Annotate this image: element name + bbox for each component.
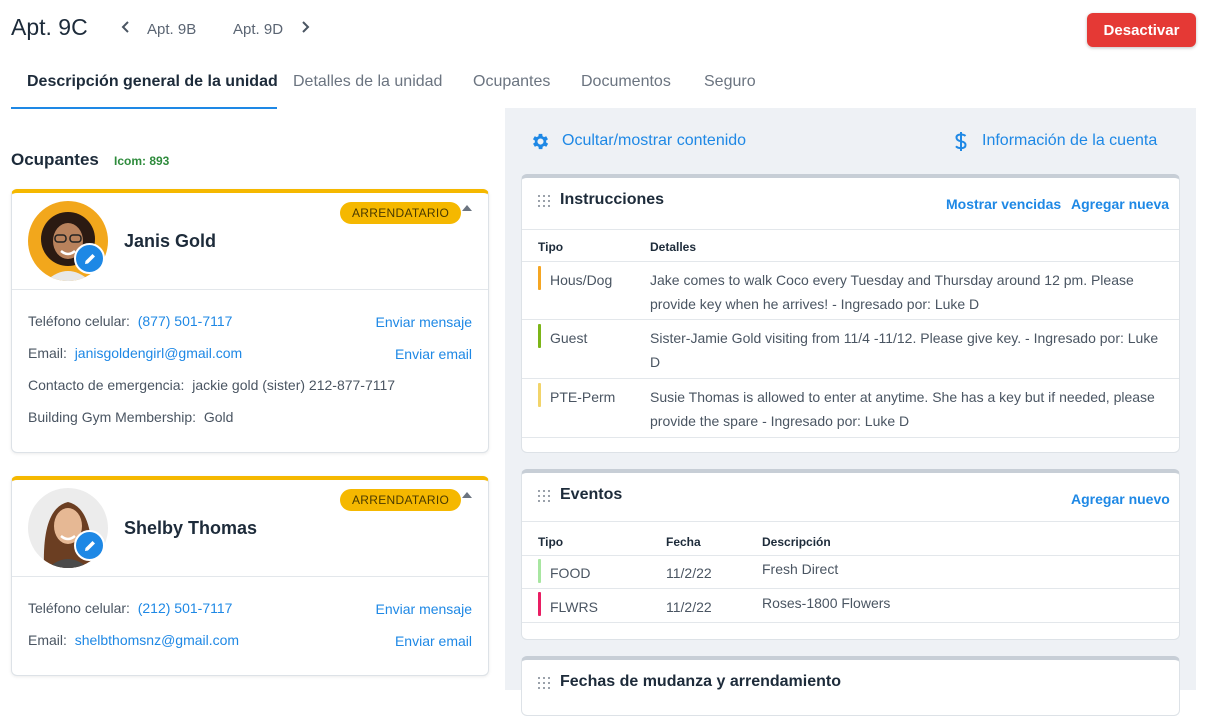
- divider: [522, 261, 1179, 262]
- tab-unit-overview[interactable]: Descripción general de la unidad: [27, 73, 278, 91]
- active-tab-indicator: [11, 107, 277, 109]
- email-text: Email: janisgoldengirl@gmail.com: [28, 345, 243, 361]
- drag-handle-icon[interactable]: [538, 677, 550, 691]
- event-description: Roses-1800 Flowers: [762, 595, 891, 611]
- dollar-icon[interactable]: [953, 131, 969, 157]
- type-color-bar: [538, 266, 541, 290]
- tab-occupants[interactable]: Ocupantes: [473, 73, 550, 91]
- divider: [522, 319, 1179, 320]
- type-color-bar: [538, 383, 541, 407]
- toggle-content-link[interactable]: Ocultar/mostrar contenido: [562, 132, 746, 150]
- occupant-name: Janis Gold: [124, 231, 217, 251]
- gear-icon[interactable]: [530, 131, 551, 157]
- add-instruction-link[interactable]: Agregar nueva: [1071, 196, 1169, 212]
- email-link[interactable]: shelbthomsnz@gmail.com: [75, 632, 239, 648]
- divider: [522, 521, 1179, 522]
- page-title: Apt. 9C: [11, 14, 88, 40]
- email-text: Email: shelbthomsnz@gmail.com: [28, 632, 240, 648]
- chevron-left-icon[interactable]: [121, 20, 131, 38]
- col-type: Tipo: [538, 535, 564, 549]
- instruction-type: Guest: [550, 330, 588, 346]
- drag-handle-icon[interactable]: [538, 195, 550, 209]
- move-dates-title: Fechas de mudanza y arrendamiento: [560, 673, 841, 690]
- send-email-link[interactable]: Enviar email: [395, 633, 472, 649]
- col-date: Fecha: [666, 535, 701, 549]
- email-row: Email: janisgoldengirl@gmail.com Enviar …: [12, 338, 488, 370]
- event-date: 11/2/22: [666, 599, 712, 615]
- tab-insurance[interactable]: Seguro: [704, 73, 756, 91]
- drag-handle-icon[interactable]: [538, 490, 550, 504]
- events-title: Eventos: [560, 486, 623, 503]
- divider: [522, 437, 1179, 438]
- deactivate-button[interactable]: Desactivar: [1087, 13, 1196, 47]
- event-date: 11/2/22: [666, 565, 712, 581]
- type-color-bar: [538, 559, 541, 583]
- gym-text: Building Gym Membership: Gold: [28, 409, 234, 425]
- tab-unit-details[interactable]: Detalles de la unidad: [293, 73, 442, 91]
- chevron-right-icon[interactable]: [300, 20, 310, 38]
- instructions-title: Instrucciones: [560, 191, 665, 208]
- occupant-name: Shelby Thomas: [124, 518, 258, 538]
- phone-row: Teléfono celular: (877) 501-7117 Enviar …: [12, 306, 488, 338]
- edit-occupant-button[interactable]: [74, 243, 105, 274]
- edit-occupant-button[interactable]: [74, 530, 105, 561]
- occupant-card: Janis Gold ARRENDATARIO Teléfono celular…: [11, 189, 489, 453]
- gym-row: Building Gym Membership: Gold: [12, 402, 488, 434]
- next-unit-link[interactable]: Apt. 9D: [233, 21, 283, 38]
- col-type: Tipo: [538, 240, 564, 254]
- instructions-panel: Instrucciones Mostrar vencidas Agregar n…: [521, 174, 1180, 453]
- add-event-link[interactable]: Agregar nuevo: [1071, 491, 1170, 507]
- collapse-caret-icon[interactable]: [462, 205, 472, 211]
- events-panel: Eventos Agregar nuevo Tipo Fecha Descrip…: [521, 469, 1180, 640]
- col-description: Descripción: [762, 535, 831, 549]
- role-badge: ARRENDATARIO: [340, 202, 462, 224]
- collapse-caret-icon[interactable]: [462, 492, 472, 498]
- move-dates-panel: Fechas de mudanza y arrendamiento: [521, 656, 1180, 716]
- occupants-heading: Ocupantes: [11, 150, 99, 169]
- emergency-row: Contacto de emergencia: jackie gold (sis…: [12, 370, 488, 402]
- email-link[interactable]: janisgoldengirl@gmail.com: [75, 345, 243, 361]
- divider: [522, 588, 1179, 589]
- phone-link[interactable]: (212) 501-7117: [138, 600, 233, 616]
- event-description: Fresh Direct: [762, 561, 839, 577]
- pencil-icon: [84, 253, 95, 264]
- role-badge: ARRENDATARIO: [340, 489, 462, 511]
- email-row: Email: shelbthomsnz@gmail.com Enviar ema…: [12, 625, 488, 657]
- type-color-bar: [538, 324, 541, 348]
- divider: [522, 378, 1179, 379]
- instruction-details: Sister-Jamie Gold visiting from 11/4 -11…: [650, 330, 1159, 370]
- type-color-bar: [538, 592, 541, 616]
- prev-unit-link[interactable]: Apt. 9B: [147, 21, 196, 38]
- send-email-link[interactable]: Enviar email: [395, 346, 472, 362]
- phone-row: Teléfono celular: (212) 501-7117 Enviar …: [12, 593, 488, 625]
- pencil-icon: [84, 540, 95, 551]
- icom-label: Icom: 893: [114, 154, 170, 168]
- send-message-link[interactable]: Enviar mensaje: [376, 601, 473, 617]
- instruction-type: PTE-Perm: [550, 389, 616, 405]
- col-details: Detalles: [650, 240, 697, 254]
- occupant-card: Shelby Thomas ARRENDATARIO Teléfono celu…: [11, 476, 489, 676]
- phone-text: Teléfono celular: (212) 501-7117: [28, 600, 233, 616]
- instruction-type: Hous/Dog: [550, 272, 613, 288]
- emergency-text: Contacto de emergencia: jackie gold (sis…: [28, 377, 396, 393]
- account-info-link[interactable]: Información de la cuenta: [982, 132, 1157, 150]
- divider: [522, 622, 1179, 623]
- event-type: FOOD: [550, 565, 591, 581]
- instruction-details: Jake comes to walk Coco every Tuesday an…: [650, 272, 1134, 312]
- phone-text: Teléfono celular: (877) 501-7117: [28, 313, 233, 329]
- event-type: FLWRS: [550, 599, 598, 615]
- show-expired-link[interactable]: Mostrar vencidas: [946, 196, 1061, 212]
- divider: [522, 229, 1179, 230]
- phone-link[interactable]: (877) 501-7117: [138, 313, 233, 329]
- divider: [522, 555, 1179, 556]
- tab-documents[interactable]: Documentos: [581, 73, 671, 91]
- instruction-details: Susie Thomas is allowed to enter at anyt…: [650, 389, 1155, 429]
- send-message-link[interactable]: Enviar mensaje: [376, 314, 473, 330]
